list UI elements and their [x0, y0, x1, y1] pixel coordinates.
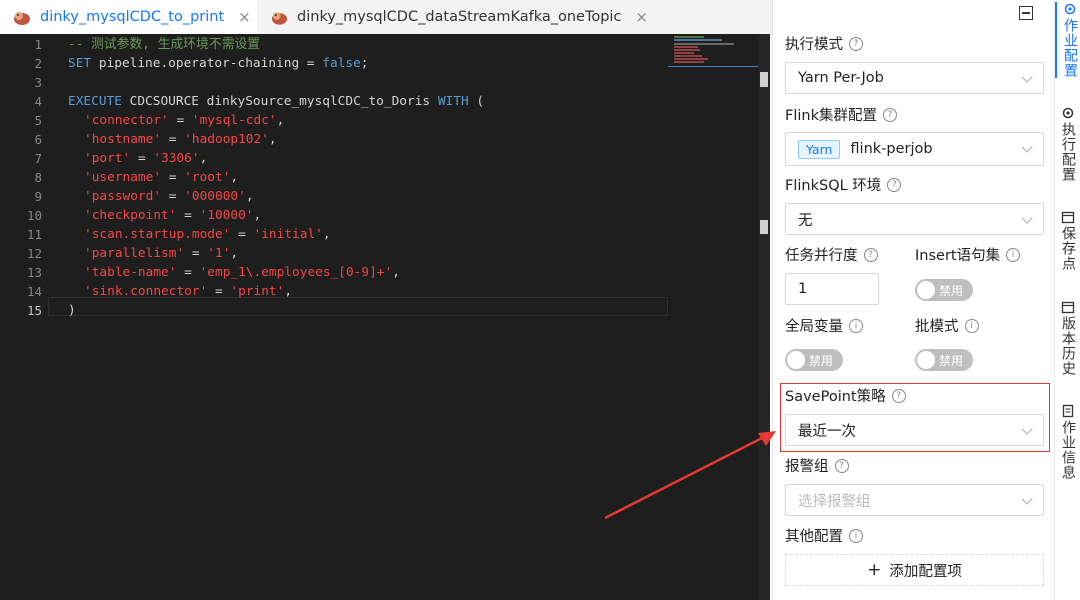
annotation-arrow	[604, 431, 776, 520]
